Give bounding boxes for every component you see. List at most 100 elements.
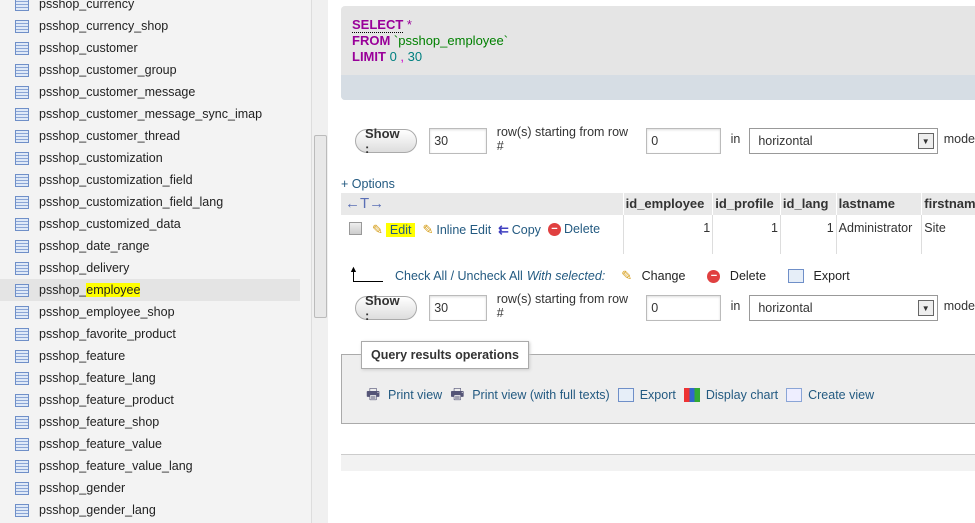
operation-print-view-with-full-texts[interactable]: 🖶 Print view (with full texts) xyxy=(450,387,610,402)
sql-toolbar xyxy=(341,75,975,100)
sidebar-table-item[interactable]: psshop_feature_product xyxy=(0,389,300,411)
operation-label: Print view (with full texts) xyxy=(472,388,610,402)
sidebar-table-item[interactable]: psshop_feature_lang xyxy=(0,367,300,389)
sidebar-table-item[interactable]: psshop_customer_message xyxy=(0,81,300,103)
table-icon xyxy=(15,261,29,275)
scrollbar-thumb[interactable] xyxy=(314,135,327,318)
start-row-input[interactable]: 0 xyxy=(646,128,721,154)
sidebar-table-item[interactable]: psshop_customization xyxy=(0,147,300,169)
column-header[interactable]: id_lang xyxy=(779,193,836,215)
create-view-icon xyxy=(786,388,803,402)
copy-button[interactable]: ⇇ Copy xyxy=(498,222,541,238)
sql-query-box: SELECT * FROM `psshop_employee` LIMIT 0 … xyxy=(341,6,975,100)
sidebar-table-item[interactable]: psshop_customer_thread xyxy=(0,125,300,147)
column-header[interactable]: lastname xyxy=(835,193,922,215)
show-button[interactable]: Show : xyxy=(355,126,418,156)
sidebar-table-item[interactable]: psshop_employee xyxy=(0,279,300,301)
sql-star: * xyxy=(406,17,412,32)
sidebar-table-item[interactable]: psshop_feature xyxy=(0,345,300,367)
edit-label: Edit xyxy=(385,223,416,237)
start-row-input[interactable]: 0 xyxy=(646,295,721,321)
sidebar-table-item[interactable]: psshop_customization_field_lang xyxy=(0,191,300,213)
display-mode-select[interactable]: horizontal ▼ xyxy=(749,128,938,154)
cell-firstname[interactable]: Site xyxy=(921,215,975,254)
cell-id-profile[interactable]: 1 xyxy=(712,215,780,254)
table-icon xyxy=(15,503,29,517)
change-button[interactable]: ✎ Change xyxy=(621,268,685,284)
sidebar-table-item[interactable]: psshop_date_range xyxy=(0,235,300,257)
sql-select[interactable]: SELECT xyxy=(352,17,404,33)
sidebar-table-item[interactable]: psshop_gender xyxy=(0,477,300,499)
rows-count-input[interactable]: 30 xyxy=(429,128,487,154)
column-resize-arrows-icon[interactable]: ←T→ xyxy=(341,193,623,215)
sidebar-table-item[interactable]: psshop_feature_shop xyxy=(0,411,300,433)
operation-label: Create view xyxy=(808,388,875,402)
sidebar-table-item[interactable]: psshop_delivery xyxy=(0,257,300,279)
sidebar-table-item[interactable]: psshop_gender_lang xyxy=(0,499,300,521)
delete-label: Delete xyxy=(563,222,601,236)
sidebar-table-item[interactable]: psshop_currency_shop xyxy=(0,15,300,37)
export-selected-button[interactable]: Export xyxy=(788,269,850,283)
copy-label: Copy xyxy=(511,222,541,237)
navigation-top: Show : 30 row(s) starting from row # 0 i… xyxy=(355,125,975,156)
navigation-bottom: Show : 30 row(s) starting from row # 0 i… xyxy=(355,292,975,323)
display-mode-select[interactable]: horizontal ▼ xyxy=(749,295,938,321)
edit-button[interactable]: ✎ Edit xyxy=(372,222,416,238)
sidebar-item-label: psshop_customization_field_lang xyxy=(39,195,224,209)
row-checkbox[interactable] xyxy=(349,222,362,235)
chevron-down-icon[interactable]: ▼ xyxy=(917,133,934,149)
sidebar-item-label: psshop_customer_message xyxy=(39,85,196,99)
table-icon xyxy=(15,107,29,121)
sidebar-table-item[interactable]: psshop_employee_shop xyxy=(0,301,300,323)
footer-bar xyxy=(341,454,975,471)
sidebar-table-item[interactable]: psshop_currency xyxy=(0,0,300,15)
sidebar-table-item[interactable]: psshop_customization_field xyxy=(0,169,300,191)
table-icon xyxy=(15,415,29,429)
sidebar-table-item[interactable]: psshop_customer xyxy=(0,37,300,59)
show-button[interactable]: Show : xyxy=(355,293,418,323)
options-toggle[interactable]: + Options xyxy=(341,177,395,191)
sidebar-item-label: psshop_customization_field xyxy=(39,173,193,187)
delete-selected-button[interactable]: − Delete xyxy=(707,269,766,283)
table-icon xyxy=(15,195,29,209)
cell-lastname[interactable]: Administrator xyxy=(835,215,922,254)
with-selected-label: With selected: xyxy=(526,269,606,283)
column-header[interactable]: firstnam xyxy=(921,193,975,215)
main-content: SELECT * FROM `psshop_employee` LIMIT 0 … xyxy=(328,0,975,523)
sidebar-item-label: psshop_feature_value xyxy=(39,437,163,451)
rows-count-input[interactable]: 30 xyxy=(429,295,487,321)
delete-button[interactable]: − Delete xyxy=(547,222,601,236)
sidebar-table-item[interactable]: psshop_customer_message_sync_imap xyxy=(0,103,300,125)
table-icon xyxy=(15,349,29,363)
sidebar-table-item[interactable]: psshop_customer_group xyxy=(0,59,300,81)
sidebar-table-item[interactable]: psshop_feature_value xyxy=(0,433,300,455)
operation-display-chart[interactable]: Display chart xyxy=(683,388,778,402)
operation-print-view[interactable]: 🖶 Print view xyxy=(366,387,442,402)
table-icon xyxy=(15,239,29,253)
table-icon xyxy=(15,129,29,143)
sidebar-item-label: psshop_feature xyxy=(39,349,126,363)
operation-create-view[interactable]: Create view xyxy=(786,388,874,402)
table-icon xyxy=(15,481,29,495)
chevron-down-icon[interactable]: ▼ xyxy=(917,300,934,316)
export-selected-label: Export xyxy=(813,269,850,283)
check-all-link[interactable]: Check All / Uncheck All xyxy=(395,269,523,283)
operation-label: Export xyxy=(639,388,676,402)
sidebar-table-item[interactable]: psshop_customized_data xyxy=(0,213,300,235)
chart-icon xyxy=(683,388,700,402)
inline-edit-button[interactable]: ✎ Inline Edit xyxy=(422,222,491,238)
sql-table: `psshop_employee` xyxy=(393,33,509,48)
sidebar-item-label: psshop_feature_shop xyxy=(39,415,160,429)
cell-id-lang[interactable]: 1 xyxy=(779,215,836,254)
table-icon xyxy=(15,151,29,165)
cell-id-employee[interactable]: 1 xyxy=(622,215,713,254)
mode-text: mode xyxy=(943,299,975,313)
sidebar-table-item[interactable]: psshop_favorite_product xyxy=(0,323,300,345)
column-header[interactable]: id_profile xyxy=(712,193,780,215)
column-header[interactable]: id_employee xyxy=(622,193,713,215)
sidebar-scrollbar[interactable] xyxy=(311,0,328,523)
in-text: in xyxy=(730,132,741,146)
sidebar-item-label: psshop_favorite_product xyxy=(39,327,176,341)
operation-export[interactable]: Export xyxy=(617,388,676,402)
sidebar-table-item[interactable]: psshop_feature_value_lang xyxy=(0,455,300,477)
